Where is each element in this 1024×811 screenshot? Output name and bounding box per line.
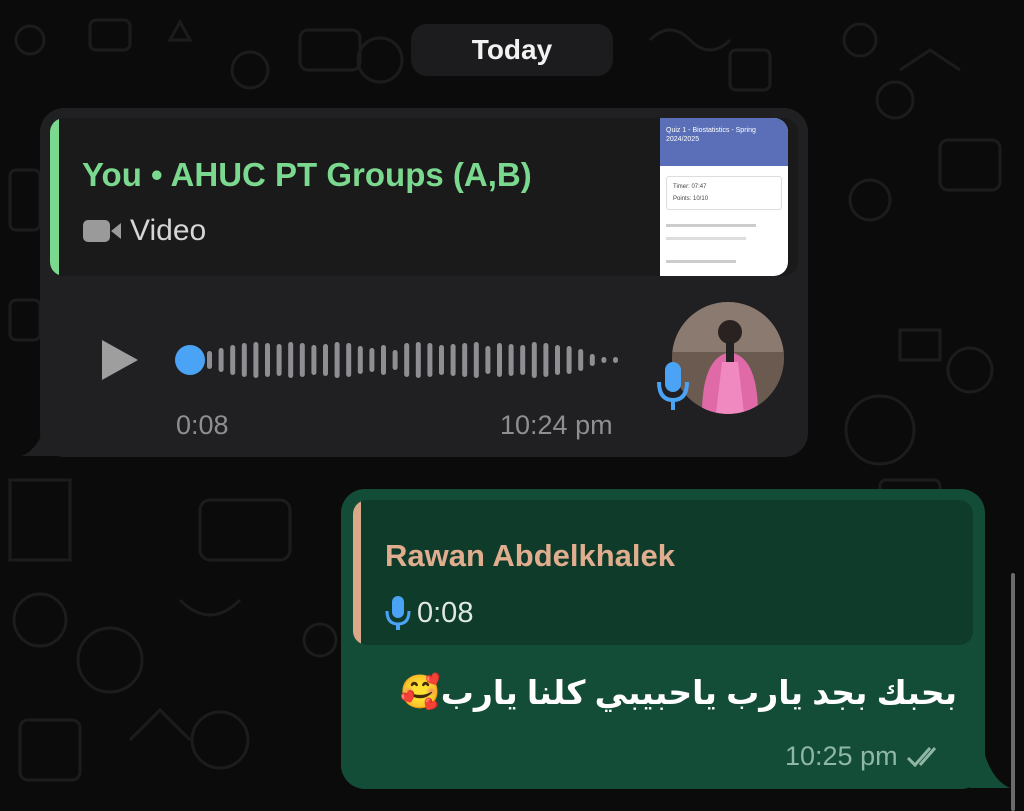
waveform-bar	[334, 342, 340, 378]
waveform-bar	[601, 357, 607, 363]
waveform-bar	[357, 346, 363, 374]
quoted-duration: 0:08	[417, 596, 474, 629]
waveform-bar	[531, 342, 537, 378]
quoted-media-label: Video	[82, 214, 206, 248]
waveform-bar	[566, 346, 572, 374]
waveform-bar	[473, 342, 479, 378]
waveform-bar	[381, 345, 386, 375]
waveform-bar	[613, 357, 618, 363]
thumbnail-line	[666, 224, 756, 227]
thumbnail-line	[666, 260, 736, 263]
waveform-bar	[288, 342, 294, 378]
quoted-sender-name: Rawan Abdelkhalek	[385, 538, 676, 573]
waveform-bar	[404, 343, 410, 377]
waveform-bar	[450, 344, 456, 376]
double-check-icon	[906, 746, 936, 767]
smiling-face-with-hearts-emoji: 🥰	[399, 673, 441, 710]
waveform-bar	[253, 342, 259, 378]
waveform-bar	[299, 343, 305, 377]
mic-icon	[657, 362, 689, 410]
waveform-bar	[369, 348, 375, 372]
waveform-bar	[265, 343, 270, 377]
waveform-bar	[439, 345, 444, 375]
thumbnail-quiz-title: Quiz 1 - Biostatistics - Spring 2024/202…	[666, 127, 756, 143]
thumbnail-points: Points: 10/10	[673, 196, 709, 202]
mic-icon	[385, 596, 411, 630]
waveform-bar	[520, 345, 526, 375]
quote-accent-bar	[353, 500, 361, 645]
quoted-voice-label: 0:08	[385, 595, 473, 631]
waveform-bar	[508, 344, 514, 376]
waveform-bar	[346, 343, 352, 377]
voice-waveform[interactable]	[175, 338, 625, 382]
quoted-media-type: Video	[130, 214, 207, 247]
thumbnail-header: Quiz 1 - Biostatistics - Spring 2024/202…	[660, 118, 788, 166]
scrollbar[interactable]	[1011, 573, 1015, 811]
message-time-incoming: 10:24 pm	[500, 410, 613, 440]
voice-duration: 0:08	[176, 410, 229, 440]
thumbnail-timer: Timer: 07:47	[673, 184, 707, 190]
date-separator: Today	[411, 24, 613, 76]
message-body: بحبك بجد يارب ياحبيبي كلنا يارب	[440, 674, 957, 711]
waveform-bar	[555, 345, 560, 375]
quoted-video-reply[interactable]: You • AHUC PT Groups (A,B) Video Quiz 1 …	[50, 118, 798, 276]
incoming-voice-message[interactable]: You • AHUC PT Groups (A,B) Video Quiz 1 …	[40, 108, 808, 457]
waveform-bar	[427, 343, 433, 377]
quote-accent-bar	[50, 118, 59, 276]
waveform-bar	[392, 350, 398, 370]
outgoing-text-message[interactable]: Rawan Abdelkhalek 0:08 بحبك بجد يارب ياح…	[341, 489, 985, 789]
waveform-bar	[578, 349, 584, 371]
video-icon	[83, 220, 121, 242]
message-text: بحبك بجد يارب ياحبيبي كلنا يارب 🥰	[400, 673, 957, 712]
waveform-bar	[218, 348, 224, 372]
waveform-bar	[589, 354, 595, 366]
waveform-bar	[311, 345, 317, 375]
waveform-bar	[497, 343, 502, 377]
waveform-bar	[543, 343, 549, 377]
playback-position-dot[interactable]	[175, 345, 205, 375]
thumbnail-score-box: Timer: 07:47 Points: 10/10	[666, 176, 782, 210]
waveform-bar	[415, 342, 421, 378]
thumbnail-line	[666, 237, 746, 240]
quoted-title: You • AHUC PT Groups (A,B)	[82, 156, 532, 193]
play-icon[interactable]	[100, 338, 140, 382]
waveform-bar	[323, 344, 328, 376]
video-thumbnail[interactable]: Quiz 1 - Biostatistics - Spring 2024/202…	[660, 118, 788, 276]
quoted-voice-reply[interactable]: Rawan Abdelkhalek 0:08	[353, 500, 973, 645]
waveform-bar	[230, 345, 236, 375]
message-time-outgoing: 10:25 pm	[785, 741, 898, 771]
waveform-bar	[485, 346, 491, 374]
waveform-bar	[462, 343, 468, 377]
waveform-bar	[241, 343, 247, 377]
waveform-bar	[276, 344, 282, 376]
waveform-bar	[207, 351, 212, 369]
message-meta-outgoing: 10:25 pm	[785, 741, 944, 772]
